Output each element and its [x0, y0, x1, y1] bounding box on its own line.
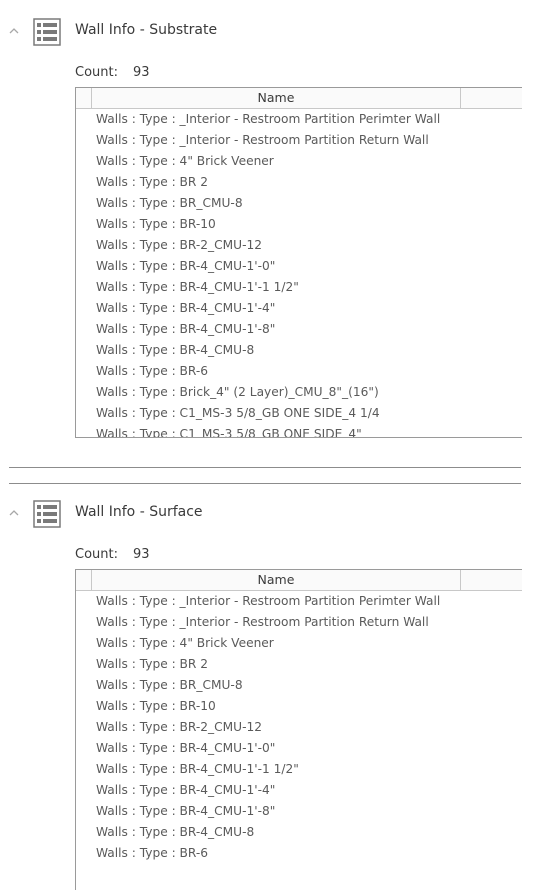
table-row[interactable]: Walls : Type : BR-4_CMU-1'-4"	[76, 780, 522, 801]
table-header: Name	[76, 570, 522, 591]
table-row[interactable]: Walls : Type : BR-4_CMU-8	[76, 822, 522, 843]
section-surface: Wall Info - Surface Count: 93 Name Walls…	[0, 498, 535, 890]
column-header-name[interactable]: Name	[92, 570, 461, 590]
table-row[interactable]: Walls : Type : BR-2_CMU-12	[76, 717, 522, 738]
table-row[interactable]: Walls : Type : BR-4_CMU-1'-4"	[76, 298, 522, 319]
table-row[interactable]: Walls : Type : BR-4_CMU-1'-8"	[76, 801, 522, 822]
row-header-corner[interactable]	[76, 570, 92, 590]
table-row[interactable]: Walls : Type : _Interior - Restroom Part…	[76, 612, 522, 633]
table-row[interactable]: Walls : Type : BR-4_CMU-1'-0"	[76, 738, 522, 759]
table-row[interactable]: Walls : Type : BR-4_CMU-1'-1 1/2"	[76, 277, 522, 298]
section-substrate: Wall Info - Substrate Count: 93 Name Wal…	[0, 16, 535, 438]
column-header-empty[interactable]	[461, 570, 522, 590]
column-header-name[interactable]: Name	[92, 88, 461, 108]
table-header: Name	[76, 88, 522, 109]
table-row[interactable]: Walls : Type : BR 2	[76, 172, 522, 193]
table-row[interactable]: Walls : Type : _Interior - Restroom Part…	[76, 109, 522, 130]
chevron-up-icon[interactable]	[8, 507, 20, 519]
count-value: 93	[133, 547, 150, 562]
table-row[interactable]: Walls : Type : BR-4_CMU-1'-8"	[76, 319, 522, 340]
section-title: Wall Info - Substrate	[75, 22, 218, 38]
count-value: 93	[133, 65, 150, 80]
table-row[interactable]: Walls : Type : _Interior - Restroom Part…	[76, 130, 522, 151]
section-divider	[9, 467, 521, 468]
table-row[interactable]: Walls : Type : 4" Brick Veener	[76, 151, 522, 172]
names-table[interactable]: Name Walls : Type : _Interior - Restroom…	[75, 569, 522, 890]
table-row[interactable]: Walls : Type : BR-6	[76, 843, 522, 864]
section-divider	[9, 483, 521, 484]
section-header[interactable]: Wall Info - Substrate	[0, 16, 535, 52]
table-row[interactable]: Walls : Type : C1_MS-3 5/8_GB ONE SIDE_4…	[76, 424, 522, 437]
chevron-up-icon[interactable]	[8, 25, 20, 37]
table-rows: Walls : Type : _Interior - Restroom Part…	[76, 109, 522, 437]
table-row[interactable]: Walls : Type : BR-4_CMU-8	[76, 340, 522, 361]
count-label: Count:	[75, 547, 118, 562]
table-row[interactable]: Walls : Type : BR-10	[76, 214, 522, 235]
table-row[interactable]: Walls : Type : BR-4_CMU-1'-0"	[76, 256, 522, 277]
table-rows: Walls : Type : _Interior - Restroom Part…	[76, 591, 522, 864]
list-icon	[33, 500, 61, 528]
table-row[interactable]: Walls : Type : BR 2	[76, 654, 522, 675]
table-row[interactable]: Walls : Type : Brick_4" (2 Layer)_CMU_8"…	[76, 382, 522, 403]
list-icon	[33, 18, 61, 46]
table-row[interactable]: Walls : Type : _Interior - Restroom Part…	[76, 591, 522, 612]
count-label: Count:	[75, 65, 118, 80]
table-row[interactable]: Walls : Type : BR-6	[76, 361, 522, 382]
table-row[interactable]: Walls : Type : C1_MS-3 5/8_GB ONE SIDE_4…	[76, 403, 522, 424]
table-row[interactable]: Walls : Type : BR_CMU-8	[76, 193, 522, 214]
table-row[interactable]: Walls : Type : BR_CMU-8	[76, 675, 522, 696]
section-header[interactable]: Wall Info - Surface	[0, 498, 535, 534]
table-row[interactable]: Walls : Type : BR-10	[76, 696, 522, 717]
table-row[interactable]: Walls : Type : BR-4_CMU-1'-1 1/2"	[76, 759, 522, 780]
column-header-empty[interactable]	[461, 88, 522, 108]
row-header-corner[interactable]	[76, 88, 92, 108]
table-row[interactable]: Walls : Type : 4" Brick Veener	[76, 633, 522, 654]
section-title: Wall Info - Surface	[75, 504, 203, 520]
names-table[interactable]: Name Walls : Type : _Interior - Restroom…	[75, 87, 522, 438]
table-row[interactable]: Walls : Type : BR-2_CMU-12	[76, 235, 522, 256]
